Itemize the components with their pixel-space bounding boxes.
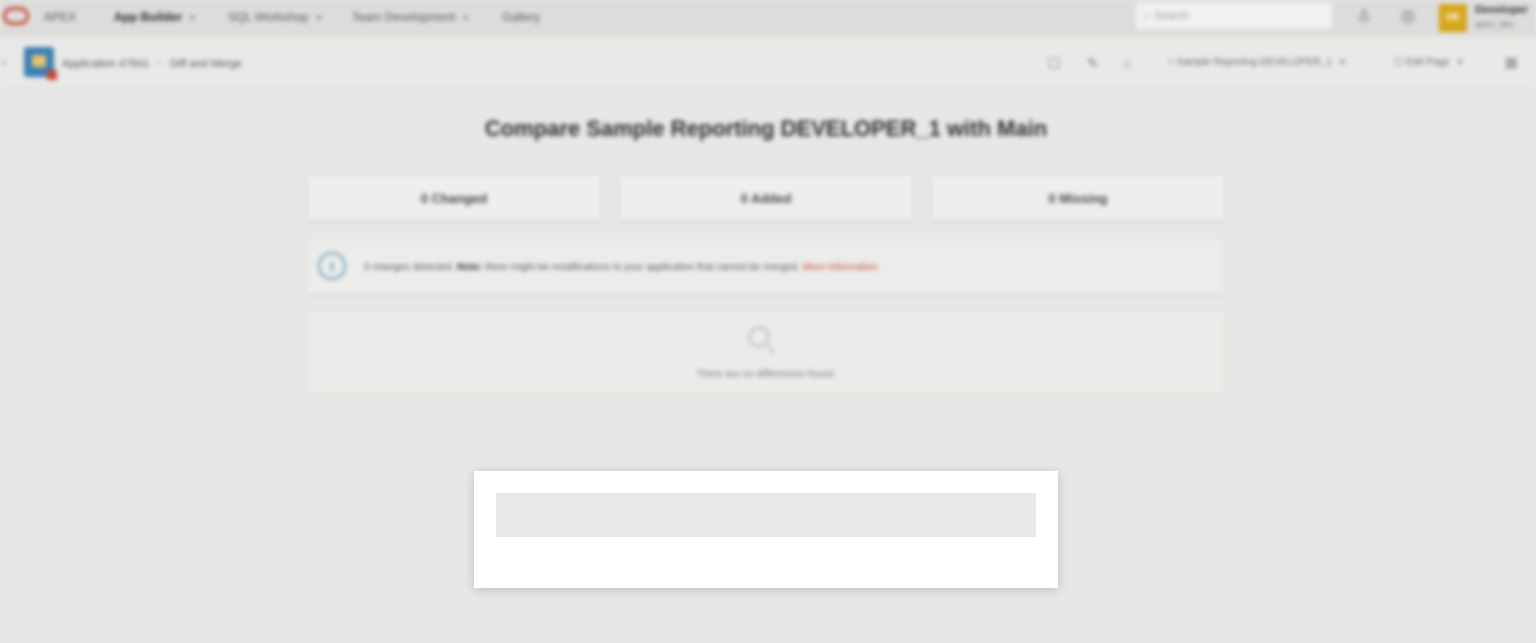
page-icon: ▢ — [1394, 57, 1407, 68]
breadcrumb-application[interactable]: Application 47841 — [62, 58, 149, 70]
page-title: Compare Sample Reporting DEVELOPER_1 wit… — [484, 116, 1048, 141]
info-note-label: Note: — [456, 262, 483, 273]
chevron-down-icon: ▼ — [461, 13, 471, 23]
search-icon: ⌕ — [1144, 9, 1151, 22]
nav-label: Team Development — [352, 10, 456, 24]
edit-page-label: Edit Page — [1406, 57, 1450, 68]
differences-panel: There are no differences found. — [308, 312, 1224, 394]
chevron-down-icon: ▼ — [1337, 57, 1347, 67]
processing-dialog — [474, 471, 1058, 588]
progress-placeholder — [496, 493, 1036, 537]
info-icon: i — [318, 252, 346, 280]
changed-label: 0 Changed — [420, 190, 488, 206]
breadcrumb-separator-icon: › — [158, 57, 162, 69]
nav-label: SQL Workshop — [228, 10, 309, 24]
added-label: 0 Added — [740, 190, 792, 206]
avatar[interactable]: DE — [1439, 4, 1467, 32]
info-alert: i 0 changes detected. Note: there might … — [308, 240, 1224, 294]
chevron-down-icon: ▼ — [1455, 57, 1465, 67]
breadcrumb-current: Diff and Merge — [170, 58, 242, 70]
missing-label: 0 Missing — [1048, 190, 1108, 206]
chevron-down-icon: ▼ — [314, 13, 324, 23]
top-navigation: APEX App Builder ▼ SQL Workshop ▼ Team Dev… — [0, 0, 1536, 36]
added-card[interactable]: 0 Added — [620, 176, 912, 220]
user-help-icon[interactable]: ♙ — [1354, 7, 1374, 27]
nav-label: Gallery — [502, 10, 541, 24]
application-icon[interactable] — [24, 47, 57, 80]
oracle-logo-icon[interactable] — [3, 7, 29, 25]
nav-label: App Builder — [114, 10, 182, 24]
nav-team-development[interactable]: Team Development ▼ — [352, 10, 470, 24]
changed-card[interactable]: 0 Changed — [308, 176, 600, 220]
empty-message: There are no differences found. — [696, 369, 836, 380]
branch-icon: ⑂ — [1168, 57, 1177, 68]
chevron-down-icon: ▼ — [188, 13, 197, 23]
missing-card[interactable]: 0 Missing — [932, 176, 1224, 220]
lock-icon[interactable]: ⌂ — [1123, 55, 1131, 71]
edit-page-button[interactable]: ▢ Edit Page ▼ — [1394, 57, 1465, 68]
working-copy-select[interactable]: ⑂ Sample Reporting DEVELOPER_1 ▼ — [1168, 57, 1347, 68]
search-icon — [748, 326, 770, 348]
info-prefix: 0 changes detected. — [364, 262, 455, 273]
search-placeholder: Search — [1154, 10, 1190, 22]
app-icon-badge — [47, 70, 57, 80]
app-icon-inner — [32, 55, 46, 67]
user-workspace: apex_dev — [1475, 19, 1515, 29]
search-input[interactable]: ⌕ Search — [1136, 3, 1332, 29]
nav-app-builder[interactable]: App Builder ▼ — [114, 10, 197, 24]
brand-label[interactable]: APEX — [44, 10, 76, 24]
nav-sql-workshop[interactable]: SQL Workshop ▼ — [228, 10, 324, 24]
nav-gallery[interactable]: Gallery — [502, 10, 540, 24]
more-information-link[interactable]: More information — [803, 262, 878, 273]
help-icon[interactable]: ◎ — [1398, 7, 1418, 27]
close-icon[interactable]: ⊠ — [1505, 54, 1518, 72]
edit-icon[interactable]: ✎ — [1087, 55, 1099, 72]
page-toolbar: ‹ Application 47841 › Diff and Merge ☐ ✎… — [0, 42, 1536, 84]
comment-icon[interactable]: ☐ — [1048, 55, 1061, 72]
info-message: there might be modifications to your app… — [485, 262, 800, 273]
user-name[interactable]: Developer — [1475, 4, 1528, 16]
working-copy-label: Sample Reporting DEVELOPER_1 — [1176, 57, 1332, 68]
info-text: 0 changes detected. Note: there might be… — [364, 262, 878, 273]
chevron-left-icon[interactable]: ‹ — [2, 55, 6, 69]
